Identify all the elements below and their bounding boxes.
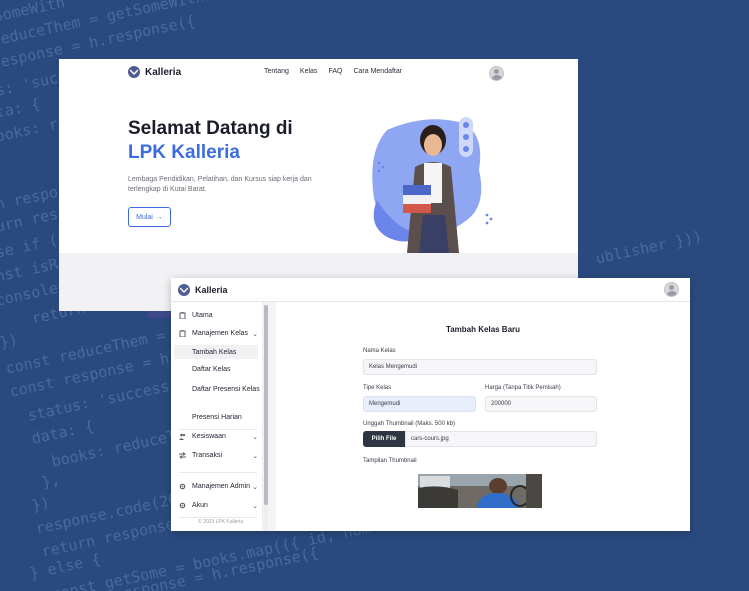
sidebar-item-manajemen-admin[interactable]: Manajemen Admin ⌄	[171, 483, 263, 491]
chevron-down-icon: ⌄	[252, 331, 258, 338]
hero-subtitle: Lembaga Pendidikan, Pelatihan, dan Kursu…	[128, 176, 312, 193]
chevron-down-icon: ⌄	[252, 484, 258, 491]
nav-link-tentang[interactable]: Tentang	[264, 68, 289, 75]
sidebar-item-label: Utama	[192, 312, 213, 319]
harga-label: Harga (Tanpa Titik Pemisah)	[485, 385, 561, 391]
sidebar-item-akun[interactable]: Akun ⌄	[171, 502, 263, 510]
kalleria-logo-icon	[178, 284, 190, 296]
tipe-kelas-select[interactable]: Mengemudi	[363, 396, 476, 412]
swap-icon	[179, 452, 186, 459]
sidebar-item-label: Manajemen Admin	[192, 483, 250, 490]
sidebar-footer: © 2023 LPK Kalleria	[198, 519, 244, 525]
nama-kelas-input[interactable]: Kelas Mengemudi	[363, 359, 597, 375]
landing-brand[interactable]: Kalleria	[128, 66, 181, 78]
sidebar-item-label: Manajemen Kelas	[192, 330, 249, 337]
hero-illustration	[372, 117, 493, 253]
code-line: },	[40, 470, 62, 492]
code-line: ublisher }))	[594, 227, 704, 268]
sidebar-item-utama[interactable]: Utama	[171, 312, 263, 319]
sidebar-item-label: Akun	[192, 502, 208, 509]
sidebar-subitem-daftar-kelas[interactable]: Daftar Kelas	[192, 365, 260, 374]
sidebar-item-label: Kesiswaan	[192, 433, 226, 440]
landing-page-window: Kalleria Tentang Kelas FAQ Cara Mendafta…	[59, 59, 578, 311]
nav-link-kelas[interactable]: Kelas	[300, 68, 318, 75]
hero-title-line1: Selamat Datang di	[128, 118, 293, 139]
arrow-right-icon: →	[155, 213, 163, 221]
tipe-kelas-label: Tipe Kelas	[363, 385, 392, 391]
scrollbar-thumb[interactable]	[264, 305, 268, 505]
sidebar-scrollbar[interactable]	[264, 305, 268, 531]
mulai-button[interactable]: Mulai →	[128, 207, 171, 227]
sidebar-item-kesiswaan[interactable]: Kesiswaan ⌄	[171, 433, 263, 441]
clipboard-icon	[179, 312, 186, 319]
sidebar-item-label: Transaksi	[192, 452, 223, 459]
brand-name: Kalleria	[195, 285, 228, 295]
admin-dashboard-window: Kalleria Utama Manajemen Kelas ⌄ Tambah …	[171, 278, 690, 531]
harga-input[interactable]: 200000	[485, 396, 597, 412]
tampilan-thumbnail-label: Tampilan Thumbnail	[363, 458, 417, 464]
code-line: })	[30, 493, 52, 515]
admin-brand[interactable]: Kalleria	[178, 284, 228, 296]
nav-link-cara-mendaftar[interactable]: Cara Mendaftar	[353, 68, 402, 75]
sidebar-item-transaksi[interactable]: Transaksi ⌄	[171, 452, 263, 460]
chevron-down-icon: ⌄	[252, 453, 258, 460]
form-title: Tambah Kelas Baru	[445, 325, 521, 334]
pilih-file-button[interactable]: Pilih File	[363, 431, 405, 447]
sidebar-subitem-presensi-harian[interactable]: Presensi Harian	[192, 413, 260, 422]
user-avatar-icon[interactable]	[664, 282, 679, 297]
users-icon	[179, 433, 186, 440]
thumbnail-preview-image	[418, 474, 542, 508]
nav-link-faq[interactable]: FAQ	[328, 68, 342, 75]
hero-title-line2: LPK Kalleria	[128, 142, 240, 163]
clipboard-icon	[179, 330, 186, 337]
gear-icon	[179, 483, 186, 490]
code-line: ta: {	[0, 94, 42, 122]
chevron-down-icon: ⌄	[252, 503, 258, 510]
sidebar-subitem-tambah-kelas[interactable]: Tambah Kelas	[174, 345, 258, 359]
gear-icon	[179, 502, 186, 509]
chevron-down-icon: ⌄	[252, 434, 258, 441]
sidebar-divider	[179, 517, 257, 518]
unggah-thumbnail-label: Unggah Thumbnail (Maks. 500 kb)	[363, 421, 455, 427]
nama-kelas-label: Nama Kelas	[363, 348, 396, 354]
brand-name: Kalleria	[145, 66, 182, 78]
sidebar-subitem-daftar-presensi-kelas[interactable]: Daftar Presensi Kelas	[192, 385, 260, 394]
sidebar-item-manajemen-kelas[interactable]: Manajemen Kelas ⌄	[171, 330, 263, 338]
file-name-field[interactable]: cars-cours.jpg	[405, 431, 597, 447]
sidebar-divider	[179, 429, 257, 430]
code-line: })	[0, 330, 20, 352]
kalleria-logo-icon	[128, 66, 140, 78]
tambah-kelas-form: Tambah Kelas Baru Nama Kelas Kelas Menge…	[276, 302, 690, 531]
sidebar-divider	[179, 472, 257, 473]
sidebar: Utama Manajemen Kelas ⌄ Tambah Kelas Daf…	[171, 302, 263, 531]
user-avatar-icon[interactable]	[489, 66, 504, 81]
landing-navbar: Kalleria Tentang Kelas FAQ Cara Mendafta…	[59, 59, 578, 87]
mulai-button-label: Mulai	[136, 213, 153, 221]
admin-navbar: Kalleria	[171, 278, 690, 302]
landing-menu: Tentang Kelas FAQ Cara Mendaftar	[264, 68, 402, 75]
